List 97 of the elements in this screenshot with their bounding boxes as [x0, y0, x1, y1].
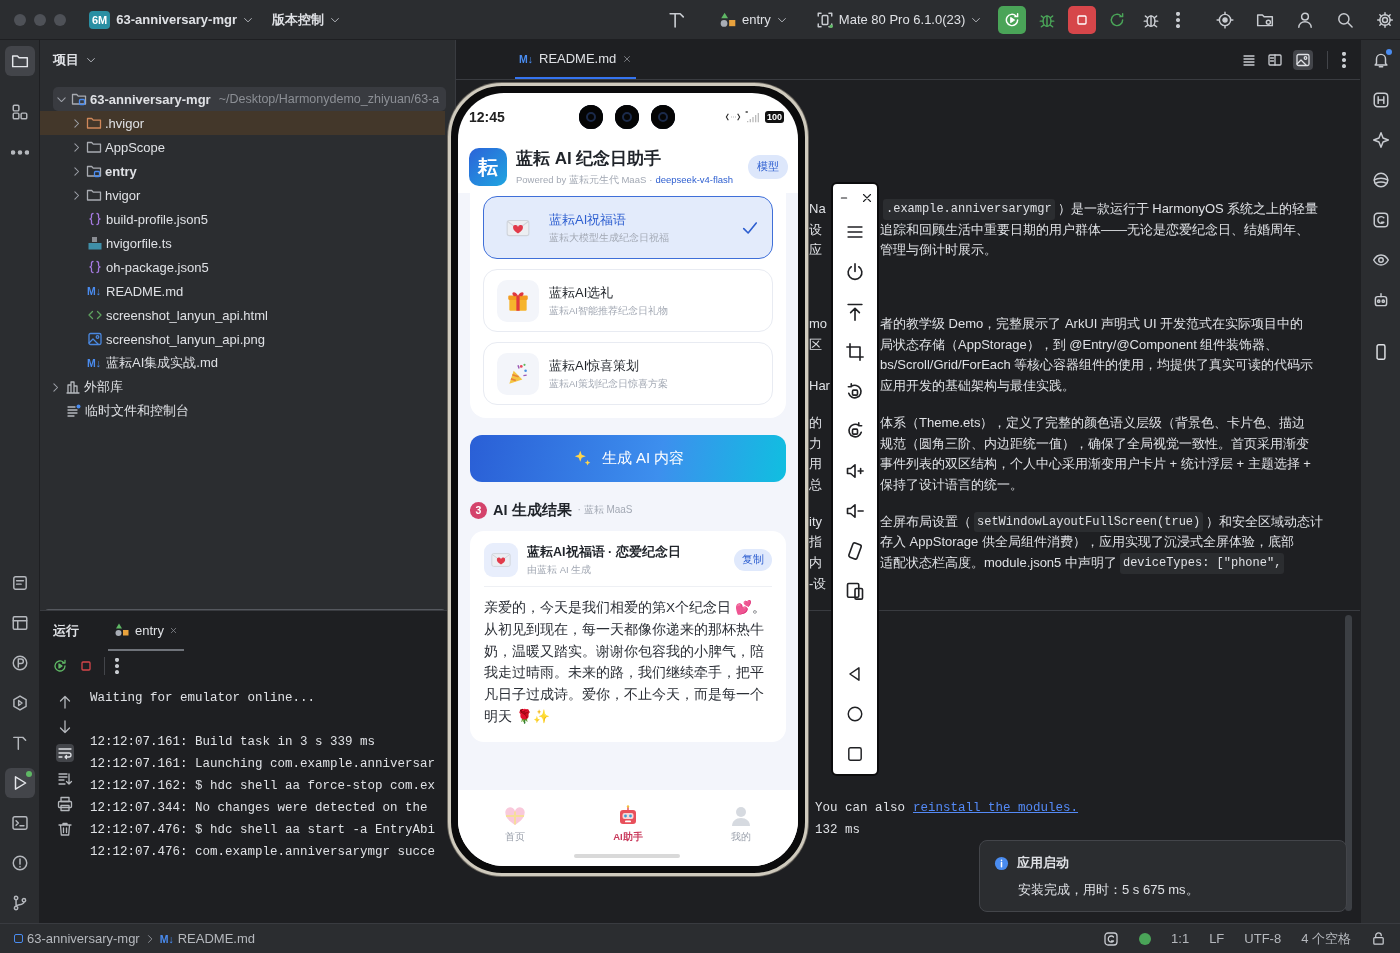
text-line: 应用开发的基础架构与最佳实践。: [880, 377, 1075, 396]
tree-item[interactable]: 临时文件和控制台: [40, 399, 189, 423]
step-badge: 3: [470, 501, 487, 519]
console-line: 12:12:07.476: com.example.anniversarymgr succe: [90, 845, 437, 859]
breadcrumb-item[interactable]: M↓ README.md: [159, 931, 255, 946]
text-line: 设: [809, 220, 823, 239]
text-line: mo: [809, 315, 829, 334]
text-line: ）是一款运行于 HarmonyOS 系统之上的轻量: [1057, 200, 1319, 218]
tree-item[interactable]: screenshot_lanyun_api.png: [40, 327, 265, 351]
console-line: 12:12:07.344: No changes were detected on the: [90, 801, 429, 815]
tree-item[interactable]: hvigor: [40, 183, 141, 207]
result-title: 蓝耘AI祝福语 · 恋爱纪念日: [527, 543, 681, 561]
text-line: 用: [809, 455, 823, 474]
model-button[interactable]: 模型: [748, 155, 788, 179]
option-title: 蓝耘AI惊喜策划: [549, 356, 641, 375]
text-line: 总: [809, 475, 823, 494]
tree-item[interactable]: screenshot_lanyun_api.html: [40, 303, 268, 327]
vcs-menu[interactable]: 版本控制: [267, 6, 345, 33]
text-line: 事件列表的双区结构，个人中心采用渐变用户卡片 + 统计浮层 + 主题选择 +: [880, 455, 1311, 474]
text-line: 体系（Theme.ets），定义了完整的颜色语义层级（背景色、卡片色、描边: [880, 413, 1306, 432]
console-line: 12:12:07.161: Launching com.example.anniversar: [90, 757, 437, 771]
run-tab[interactable]: entry: [108, 611, 184, 651]
result-text: 亲爱的，今天是我们相爱的第X个纪念日 💕。从初见到现在，每一天都像你递来的那杯热牛奶，温暖又踏实。谢谢你包容我的小脾气，陪我走过晴雨。未来的路，我们继续牵手，把平凡日子过成诗。爱你，不止今天，而是每一个明天 🌹✨: [484, 599, 767, 726]
console-line: 12:12:07.161: Build task in 3 s 339 ms: [90, 735, 377, 749]
text-line: 者的教学级 Demo，完整展示了 ArkUI 声明式 UI 开发范式在实际项目中的: [880, 315, 1304, 334]
tree-item[interactable]: build-profile.json5: [40, 207, 208, 231]
text-line: 内: [809, 553, 823, 572]
console-line: 12:12:07.476: $ hdc shell aa start -a EntryAbi: [90, 823, 437, 837]
text-line: bs/Scroll/Grid/ForEach 等核心容器组件的使用，均提供了真实可读的代码示: [880, 356, 1314, 375]
text-line: 适配状态栏高度。module.json5 中声明了: [880, 553, 1117, 572]
project-view-selector[interactable]: 项目: [53, 51, 97, 69]
battery-indicator: 100: [764, 111, 784, 123]
text-line: 追踪和回顾生活中重要日期的用户群体——无论是恋爱纪念日、结婚周年、: [880, 220, 1309, 239]
text-line: 应: [809, 241, 823, 260]
model-name: deepseek-v4-flash: [655, 174, 734, 187]
text-line: 指: [809, 533, 823, 552]
section-source: · 蓝耘 MaaS: [577, 503, 633, 517]
cursor-position[interactable]: 1:1: [1171, 931, 1190, 946]
run-config-selector[interactable]: entry: [714, 6, 792, 33]
text-line: Na: [809, 200, 827, 218]
console-line: You can also: [815, 801, 905, 815]
tree-item[interactable]: 63-anniversary-mgr ~/Desktop/Harmonydemo_zhiyuan/63-a: [53, 87, 446, 111]
markdown-icon: M↓: [87, 357, 103, 369]
text-line: 全屏布局设置（: [880, 512, 971, 531]
inline-code: setWindowLayoutFullScreen(true): [974, 511, 1204, 533]
app-logo: 耘: [469, 148, 507, 186]
tree-item[interactable]: .hvigor: [40, 111, 445, 135]
text-line: Har: [809, 377, 830, 396]
text-line: ）和安全区域动态计: [1206, 512, 1324, 531]
text-line: ity: [809, 512, 823, 531]
tree-item[interactable]: oh-package.json5: [40, 255, 209, 279]
result-subtitle: 由蓝耘 AI 生成: [527, 563, 593, 577]
option-card[interactable]: 蓝耘AI惊喜策划 蓝耘AI策划纪念日惊喜方案: [483, 342, 773, 405]
text-line: 的: [809, 413, 823, 432]
section-title: AI 生成结果: [493, 500, 572, 520]
reinstall-link[interactable]: reinstall the modules.: [913, 801, 1079, 815]
text-line: -设: [809, 574, 828, 593]
markdown-icon: M↓: [87, 285, 103, 297]
tree-item[interactable]: AppScope: [40, 135, 165, 159]
powered-by-text: Powered by 蓝耘元生代 MaaS: [516, 174, 647, 187]
text-line: 管理与倒计时展示。: [880, 241, 997, 260]
option-card[interactable]: 蓝耘AI选礼 蓝耘AI智能推荐纪念日礼物: [483, 269, 773, 332]
project-badge: 6M: [89, 10, 111, 29]
tree-item[interactable]: 外部库: [40, 375, 123, 399]
tree-item[interactable]: M↓ README.md: [40, 279, 184, 303]
inline-code: deviceTypes: ["phone",: [1119, 552, 1285, 574]
console-line: Waiting for emulator online...: [90, 691, 317, 705]
option-subtitle: 蓝耘AI策划纪念日惊喜方案: [549, 377, 668, 391]
app-title: 蓝耘 AI 纪念日助手: [516, 148, 663, 170]
device-selector[interactable]: Mate 80 Pro 6.1.0(23): [811, 6, 987, 33]
copy-button[interactable]: 复制: [734, 549, 772, 571]
text-line: 力: [809, 434, 823, 453]
panel-title: 运行: [53, 622, 79, 640]
text-line: 局状态存储（AppStorage），到 @Entry/@Component 组件装饰器、: [880, 335, 1279, 354]
text-line: 存入 AppStorage 供全局组件消费），应用实现了沉浸式全屏体验，底部: [880, 533, 1294, 552]
text-line: 规范（圆角三阶、内边距统一值），确保了全局视觉一致性。首页采用渐变: [880, 434, 1309, 453]
option-title: 蓝耘AI祝福语: [549, 210, 628, 229]
console-line: 12:12:07.162: $ hdc shell aa force-stop com.ex: [90, 779, 437, 793]
line-separator[interactable]: LF: [1209, 931, 1225, 946]
text-line: 区: [809, 335, 823, 354]
tree-item[interactable]: entry: [40, 159, 137, 183]
tree-item[interactable]: hvigorfile.ts: [40, 231, 172, 255]
status-time: 12:45: [469, 109, 506, 125]
console-line: 132 ms: [815, 823, 860, 837]
separator-dot: ·: [649, 174, 653, 187]
inline-code: .example.anniversarymgr: [883, 199, 1055, 220]
text-line: 保持了设计语言的统一。: [880, 475, 1023, 494]
breadcrumb-item[interactable]: 63-anniversary-mgr: [14, 931, 140, 946]
option-subtitle: 蓝耘AI智能推荐纪念日礼物: [549, 304, 668, 318]
notification-message: 安装完成，用时：5 s 675 ms。: [1018, 881, 1200, 899]
project-switcher[interactable]: 63-anniversary-mgr: [112, 8, 258, 31]
option-title: 蓝耘AI选礼: [549, 283, 615, 302]
tree-item[interactable]: M↓ 蓝耘AI集成实战.md: [40, 351, 218, 375]
editor-tab[interactable]: M↓ README.md: [515, 40, 637, 79]
notification-title: 应用启动: [1017, 854, 1069, 872]
indent-setting[interactable]: 4 个空格: [1301, 929, 1351, 948]
file-encoding[interactable]: UTF-8: [1244, 931, 1282, 946]
